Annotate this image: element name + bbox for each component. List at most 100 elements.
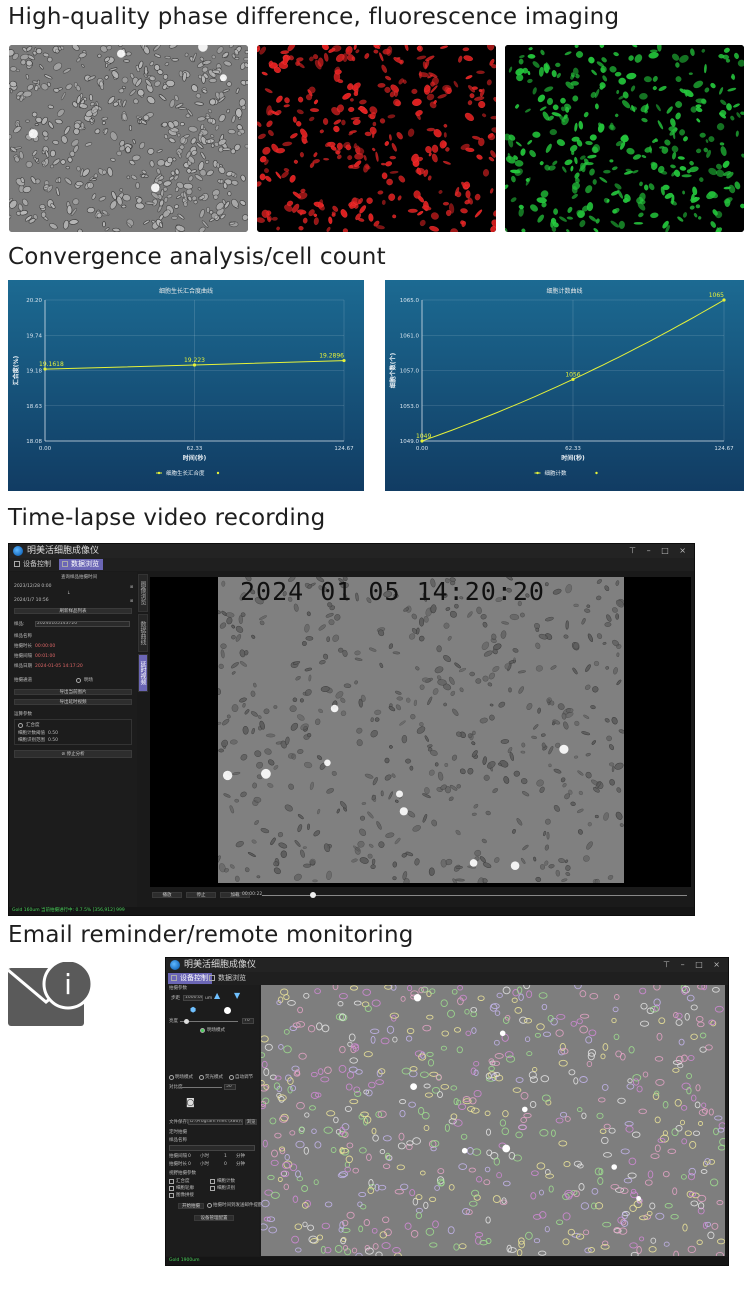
cell-shape xyxy=(302,846,307,849)
duration-minutes[interactable]: 0 xyxy=(224,1162,227,1168)
analysis-label: 运算参数 xyxy=(14,712,32,717)
step-input[interactable]: 1000.00 xyxy=(183,995,203,1001)
y-tick-label: 19.74 xyxy=(26,333,42,339)
light-toggle-icon[interactable] xyxy=(224,1007,231,1014)
data-label: 19.1618 xyxy=(39,361,64,368)
arrow-up-icon[interactable]: ▲ xyxy=(214,992,220,1000)
cell-shape xyxy=(698,216,702,220)
sample-name-input[interactable] xyxy=(169,1145,255,1151)
interval-minutes[interactable]: 1 xyxy=(224,1154,227,1160)
mode-radio-3[interactable] xyxy=(229,1075,234,1080)
app2-window-controls[interactable]: ⊤ – □ × xyxy=(663,958,724,972)
opt5-checkbox[interactable] xyxy=(169,1193,174,1198)
cell-shape xyxy=(472,730,476,736)
cell-shape xyxy=(384,757,390,764)
play-button[interactable]: 播放 xyxy=(152,892,182,898)
date-end[interactable]: 2024/1/7 10:56 xyxy=(14,598,49,604)
playback-slider-track[interactable] xyxy=(262,895,687,896)
window-controls[interactable]: ⊤ – □ × xyxy=(629,544,690,558)
brightness-label: 亮度 xyxy=(169,1019,178,1024)
lamp-icon[interactable]: ⬢ xyxy=(190,1007,196,1014)
export-image-button[interactable]: 导出当前图片 xyxy=(14,689,132,695)
cell-shape xyxy=(622,198,629,203)
start-shooting-button[interactable]: 开始拍摄 xyxy=(178,1203,204,1209)
cell-shape xyxy=(144,65,148,76)
bright-field-radio[interactable] xyxy=(200,1028,205,1033)
mode-radio-1[interactable] xyxy=(169,1075,174,1080)
camera-icon[interactable]: ◙ xyxy=(186,1099,195,1108)
cell-shape xyxy=(573,642,580,650)
bright-cell xyxy=(396,790,403,798)
contrast-input[interactable]: 50 xyxy=(224,1084,236,1090)
arrow-down-icon[interactable]: ▼ xyxy=(234,992,240,1000)
side-tab-timelapse-video[interactable]: 延时视频 xyxy=(138,654,148,692)
contrast-label: 对比度 xyxy=(169,1085,183,1090)
cell-shape xyxy=(291,753,297,760)
cell-shape xyxy=(620,135,629,143)
cell-shape xyxy=(226,81,232,87)
cell-shape xyxy=(39,204,46,210)
stop-analysis-button[interactable]: ⊘ 停止分析 xyxy=(14,750,132,758)
analysis-box: 汇合度 细胞计数阈值 0.50 细胞识别范围 0.50 xyxy=(14,719,132,745)
cell-shape xyxy=(565,708,574,713)
cell-shape xyxy=(603,169,611,174)
cell-shape xyxy=(323,158,330,161)
brightness-slider-handle[interactable] xyxy=(184,1019,189,1024)
device-manage-button[interactable]: 设备管理配置 xyxy=(194,1215,234,1221)
cell-shape xyxy=(443,132,447,138)
side-tab-image-browse[interactable]: 图像浏览 xyxy=(138,574,148,612)
cell-shape xyxy=(53,87,60,93)
stop-button[interactable]: 停止 xyxy=(186,892,216,898)
bright-cell xyxy=(636,1196,641,1201)
app2-tab-data-browse[interactable]: 数据浏览 xyxy=(206,973,250,984)
interval-hours[interactable]: 0 xyxy=(188,1154,191,1160)
mode-label-1: 明场模式 xyxy=(175,1075,193,1080)
tab-device-control[interactable]: 设备控制 xyxy=(11,559,55,570)
opt3-label: 细胞轮廓 xyxy=(176,1186,194,1191)
x-tick-label: 0.00 xyxy=(416,446,429,452)
cell-shape xyxy=(570,81,579,86)
tab-data-browse[interactable]: 数据浏览 xyxy=(59,559,103,570)
opt3-checkbox[interactable] xyxy=(169,1186,174,1191)
channel-radio[interactable] xyxy=(76,678,81,683)
legend-marker-end xyxy=(595,471,598,475)
monitoring-viewer[interactable] xyxy=(261,985,725,1256)
cell-shape xyxy=(520,750,526,754)
timelapse-app-window: 明美活细胞成像仪 ⊤ – □ × 设备控制 数据浏览 查询样品拍摄时间 2023… xyxy=(8,543,695,916)
cell-shape xyxy=(396,696,404,701)
cell-shape xyxy=(419,684,425,690)
sample-select[interactable]: 20240105143720 xyxy=(35,621,130,627)
save-path-input[interactable]: D:\Program Files (x86)\CellClient xyxy=(188,1119,243,1125)
duration-minutes-unit: 分钟 xyxy=(236,1162,245,1167)
timelapse-viewer[interactable]: 2024 01 05 14:20:20 xyxy=(150,577,691,887)
timelapse-left-panel: 查询样品拍摄时间 2023/12/28 0:00 ↓ 2024/1/7 10:5… xyxy=(9,572,137,907)
brightness-input[interactable]: 70 xyxy=(242,1018,254,1024)
opt4-checkbox[interactable] xyxy=(210,1186,215,1191)
cell-shape xyxy=(25,119,30,123)
opt1-checkbox[interactable] xyxy=(169,1179,174,1184)
cell-shape xyxy=(219,179,224,184)
mode-radio-2[interactable] xyxy=(199,1075,204,1080)
cell-shape xyxy=(73,128,80,135)
contrast-slider[interactable] xyxy=(182,1087,222,1088)
browse-button[interactable]: 浏览 xyxy=(245,1119,257,1125)
refresh-list-button[interactable]: 刷新样品列表 xyxy=(14,608,132,614)
export-video-button[interactable]: 导出延时视频 xyxy=(14,699,132,705)
cell-shape xyxy=(616,652,620,657)
opt2-checkbox[interactable] xyxy=(210,1179,215,1184)
email-reminder-radio[interactable] xyxy=(207,1203,212,1208)
confluence-radio[interactable] xyxy=(18,723,23,728)
param2-value[interactable]: 0.50 xyxy=(48,738,58,744)
date-start[interactable]: 2023/12/28 0:00 xyxy=(14,584,51,590)
playback-slider-handle[interactable] xyxy=(310,892,316,898)
shoot-params-label: 拍摄参数 xyxy=(169,986,187,991)
x-tick-label: 0.00 xyxy=(39,446,52,452)
cell-shape xyxy=(298,226,304,231)
cell-shape xyxy=(171,58,179,62)
side-tab-data-curve[interactable]: 数据曲线 xyxy=(138,614,148,652)
channel-value: 明场 xyxy=(84,678,93,683)
param1-value[interactable]: 0.50 xyxy=(48,731,58,737)
app-tabbar: 设备控制 数据浏览 xyxy=(9,558,694,571)
sample-date-label: 样品日期 xyxy=(14,664,32,669)
duration-hours[interactable]: 0 xyxy=(188,1162,191,1168)
